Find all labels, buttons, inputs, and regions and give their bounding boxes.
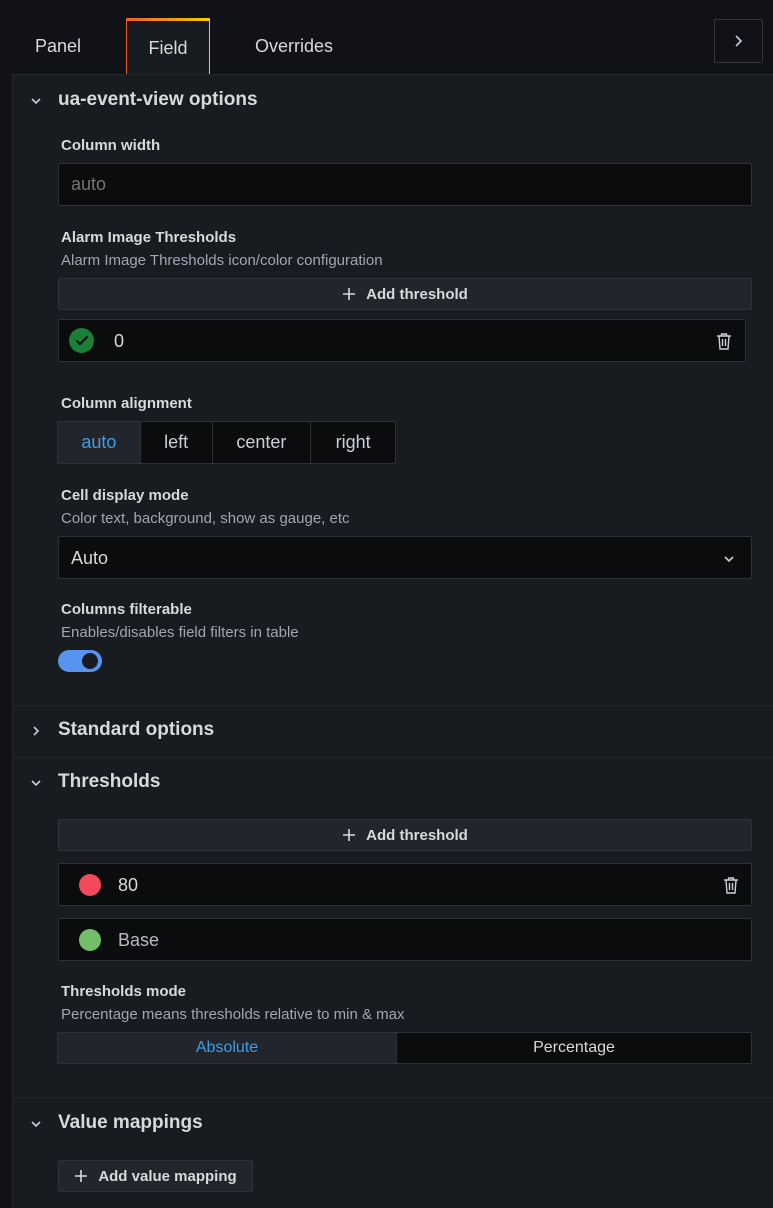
plus-icon <box>343 829 356 841</box>
cell-display-description: Color text, background, show as gauge, e… <box>61 510 350 527</box>
threshold-color-dot[interactable] <box>79 874 101 896</box>
cell-display-label: Cell display mode <box>61 487 189 504</box>
threshold-base-label: Base <box>118 930 160 950</box>
column-width-label: Column width <box>61 137 161 154</box>
column-width-input[interactable] <box>58 163 752 206</box>
section-divider <box>13 1097 773 1098</box>
thresholds-mode-label: Thresholds mode <box>61 983 187 1000</box>
trash-icon[interactable] <box>716 332 732 350</box>
threshold-row-base: Base <box>58 918 752 961</box>
alignment-option-left[interactable]: left <box>141 422 213 463</box>
alarm-threshold-value[interactable]: 0 <box>114 331 124 352</box>
section-title-standard-options[interactable]: Standard options <box>58 719 214 741</box>
chevron-right-icon[interactable] <box>30 725 42 737</box>
add-threshold-button[interactable]: Add threshold <box>58 819 752 851</box>
cell-display-select[interactable]: Auto <box>58 536 752 579</box>
chevron-down-icon[interactable] <box>30 1118 42 1130</box>
tab-panel[interactable]: Panel <box>10 18 106 75</box>
add-value-mapping-label: Add value mapping <box>98 1167 237 1185</box>
thresholds-mode-description: Percentage means thresholds relative to … <box>61 1006 405 1023</box>
columns-filterable-toggle[interactable] <box>58 650 102 672</box>
tab-field[interactable]: Field <box>126 18 210 75</box>
chevron-down-icon[interactable] <box>30 95 42 107</box>
tab-overrides[interactable]: Overrides <box>232 18 356 75</box>
options-pane: ua-event-view options Column width Alarm… <box>12 74 773 1208</box>
alignment-option-right[interactable]: right <box>311 422 395 463</box>
mode-option-percentage[interactable]: Percentage <box>397 1033 751 1063</box>
add-threshold-label: Add threshold <box>366 826 468 844</box>
threshold-color-dot[interactable] <box>79 929 101 951</box>
trash-icon[interactable] <box>723 876 739 894</box>
section-divider <box>13 757 773 758</box>
column-alignment-radio: auto left center right <box>57 421 396 464</box>
mode-option-absolute[interactable]: Absolute <box>58 1033 397 1063</box>
section-title-thresholds[interactable]: Thresholds <box>58 771 160 793</box>
plus-icon <box>75 1170 88 1182</box>
columns-filterable-description: Enables/disables field filters in table <box>61 624 299 641</box>
toggle-knob <box>82 653 98 669</box>
columns-filterable-label: Columns filterable <box>61 601 192 618</box>
add-value-mapping-button[interactable]: Add value mapping <box>58 1160 253 1192</box>
threshold-row-80[interactable]: 80 <box>58 863 752 906</box>
cell-display-value: Auto <box>71 548 109 568</box>
section-title-value-mappings[interactable]: Value mappings <box>58 1112 203 1134</box>
plus-icon <box>343 288 356 300</box>
section-title-options[interactable]: ua-event-view options <box>58 89 258 111</box>
alignment-option-auto[interactable]: auto <box>58 422 141 463</box>
add-alarm-threshold-button[interactable]: Add threshold <box>58 278 752 310</box>
threshold-value[interactable]: 80 <box>118 875 138 896</box>
alignment-option-center[interactable]: center <box>213 422 312 463</box>
alarm-thresholds-description: Alarm Image Thresholds icon/color config… <box>61 252 383 269</box>
alarm-thresholds-label: Alarm Image Thresholds <box>61 229 237 246</box>
thresholds-mode-radio: Absolute Percentage <box>57 1032 752 1064</box>
section-divider <box>13 705 773 706</box>
add-threshold-label: Add threshold <box>366 285 468 303</box>
column-alignment-label: Column alignment <box>61 395 192 412</box>
chevron-down-icon <box>724 556 734 563</box>
chevron-down-icon[interactable] <box>30 777 42 789</box>
tab-bar: Panel Field Overrides <box>0 0 773 75</box>
collapse-pane-button[interactable] <box>714 19 763 63</box>
alarm-threshold-row[interactable]: 0 <box>58 319 746 362</box>
check-circle-icon[interactable] <box>69 328 94 353</box>
chevron-right-icon <box>734 35 742 47</box>
